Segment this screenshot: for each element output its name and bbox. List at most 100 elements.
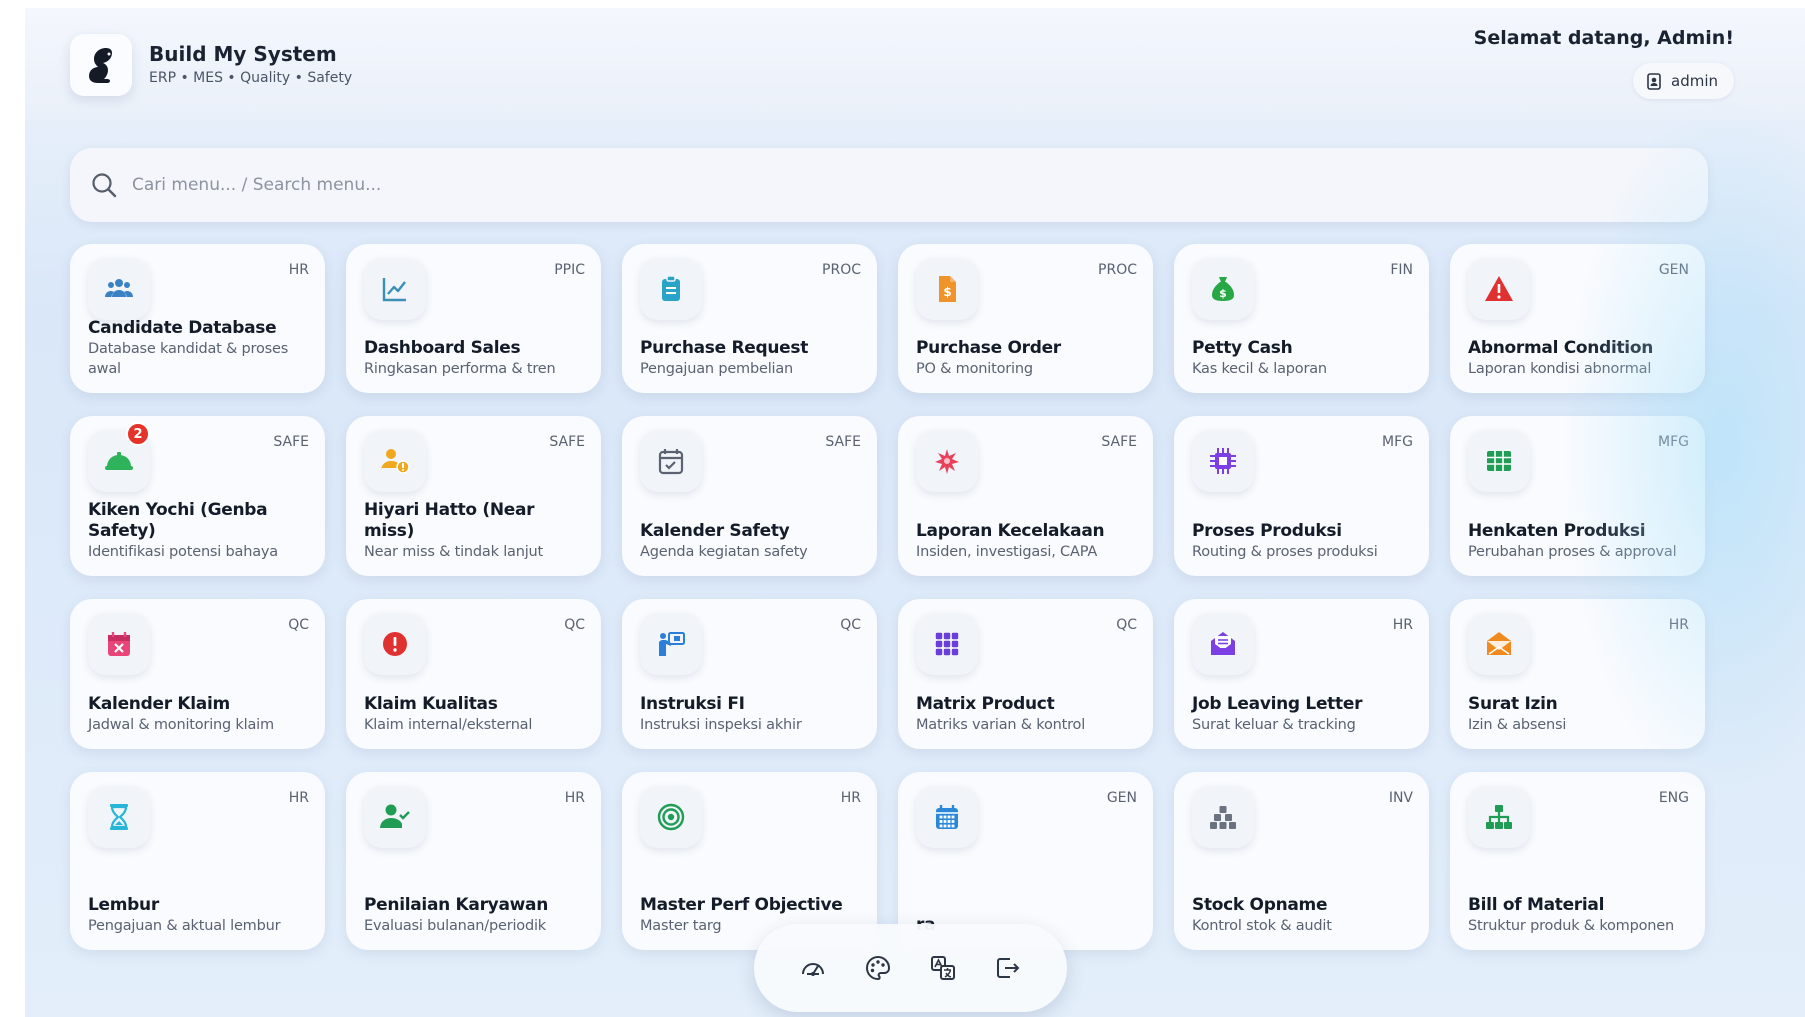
menu-card-bill-of-material[interactable]: ENG Bill of Material Struktur produk & kom… [1450,772,1705,950]
menu-card-kalender-safety[interactable]: SAFE Kalender Safety Agenda kegiatan safet… [622,416,877,576]
card-title: Lembur [88,895,159,915]
menu-card-stock-opname[interactable]: INV Stock Opname Kontrol stok & audit [1174,772,1429,950]
squirrel-logo[interactable] [70,34,132,96]
card-description: Ringkasan performa & tren [364,361,556,377]
card-description: Kontrol stok & audit [1192,918,1332,934]
invoice-icon: $ [916,258,978,320]
card-description: Struktur produk & komponen [1468,918,1674,934]
menu-card-purchase-order[interactable]: PROC $ Purchase Order PO & monitoring [898,244,1153,393]
module-tag: INV [1388,790,1413,806]
module-tag: QC [840,617,861,633]
module-tag: HR [288,790,309,806]
alert-circle-icon [364,613,426,675]
card-description: Matriks varian & kontrol [916,717,1086,733]
welcome-text: Selamat datang, Admin! [1473,27,1734,49]
envelope-open-icon [1192,613,1254,675]
card-description: Insiden, investigasi, CAPA [916,544,1098,560]
logout-icon[interactable] [987,947,1029,989]
module-tag: SAFE [1101,434,1137,450]
search-icon [90,171,118,199]
menu-card-klaim-kualitas[interactable]: QC Klaim Kualitas Klaim internal/eksternal [346,599,601,749]
search-input[interactable] [132,175,1632,195]
boxes-icon [1192,786,1254,848]
user-menu[interactable]: admin [1633,63,1734,99]
card-title: Purchase Request [640,338,809,358]
module-tag: HR [840,790,861,806]
menu-grid: HR Candidate Database Database kandidat & … [70,244,1705,950]
card-title: Job Leaving Letter [1192,694,1363,714]
user-badge-icon [1647,72,1661,90]
sitemap-icon [1468,786,1530,848]
menu-card-kalender-klaim[interactable]: QC Kalender Klaim Jadwal & monitoring klai… [70,599,325,749]
menu-card-laporan-kecelakaan[interactable]: SAFE Laporan Kecelakaan Insiden, investiga… [898,416,1153,576]
menu-card-matrix-product[interactable]: QC Matrix Product Matriks varian & kontrol [898,599,1153,749]
menu-card-henkaten-produksi[interactable]: MFG Henkaten Produksi Perubahan proses & a… [1450,416,1705,576]
card-title: Dashboard Sales [364,338,521,358]
card-title: Petty Cash [1192,338,1293,358]
hourglass-icon [88,786,150,848]
module-tag: QC [1116,617,1137,633]
card-title: Hiyari Hatto (Near miss) [364,500,535,541]
card-description: Pengajuan pembelian [640,361,794,377]
card-title: Matrix Product [916,694,1055,714]
dashboard-gauge-icon[interactable] [792,947,834,989]
calendar-check-icon [640,430,702,492]
card-title: Proses Produksi [1192,521,1342,541]
card-description: Surat keluar & tracking [1192,717,1356,733]
app-subtitle: ERP • MES • Quality • Safety [149,70,353,86]
clipboard-icon [640,258,702,320]
card-description: Instruksi inspeksi akhir [640,717,802,733]
module-tag: GEN [1658,262,1689,278]
menu-card-kiken-yochi-genba-safety[interactable]: SAFE 2 Kiken Yochi (Genba Safety) Identifik… [70,416,325,576]
line-chart-icon [364,258,426,320]
menu-card-job-leaving-letter[interactable]: HR Job Leaving Letter Surat keluar & track… [1174,599,1429,749]
module-tag: SAFE [825,434,861,450]
module-tag: FIN [1390,262,1413,278]
card-description: Izin & absensi [1468,717,1567,733]
translate-icon[interactable] [922,947,964,989]
module-tag: HR [1668,617,1689,633]
menu-card-candidate-database[interactable]: HR Candidate Database Database kandidat & … [70,244,325,393]
menu-card-petty-cash[interactable]: FIN $ Petty Cash Kas kecil & laporan [1174,244,1429,393]
menu-card-instruksi-fi[interactable]: QC Instruksi FI Instruksi inspeksi akhir [622,599,877,749]
calendar-x-icon [88,613,150,675]
envelope-icon [1468,613,1530,675]
card-title: Bill of Material [1468,895,1605,915]
app-window: Build My System ERP • MES • Quality • Sa… [25,8,1805,1017]
user-alert-icon [364,430,426,492]
module-tag: QC [288,617,309,633]
module-tag: GEN [1106,790,1137,806]
grid-dots-icon [916,613,978,675]
card-description: Klaim internal/eksternal [364,717,533,733]
card-description: Pengajuan & aktual lembur [88,918,281,934]
calendar-icon [916,786,978,848]
top-header: Build My System ERP • MES • Quality • Sa… [25,8,1805,120]
card-title: Surat Izin [1468,694,1558,714]
card-title: Candidate Database [88,318,277,338]
menu-card-purchase-request[interactable]: PROC Purchase Request Pengajuan pembelian [622,244,877,393]
menu-card-dashboard-sales[interactable]: PPIC Dashboard Sales Ringkasan performa & … [346,244,601,393]
palette-icon[interactable] [857,947,899,989]
menu-card-abnormal-condition[interactable]: GEN Abnormal Condition Laporan kondisi abn… [1450,244,1705,393]
card-description: Identifikasi potensi bahaya [88,544,278,560]
card-description: Laporan kondisi abnormal [1468,361,1652,377]
module-tag: ENG [1658,790,1689,806]
card-description: Perubahan proses & approval [1468,544,1677,560]
bottom-dock [754,924,1067,1012]
users-icon [88,258,150,320]
notification-badge: 2 [126,422,150,446]
menu-card-penilaian-karyawan[interactable]: HR Penilaian Karyawan Evaluasi bulanan/per… [346,772,601,950]
card-title: Kiken Yochi (Genba Safety) [88,500,268,541]
accident-icon [916,430,978,492]
menu-card-proses-produksi[interactable]: MFG Proses Produksi Routing & proses produ… [1174,416,1429,576]
card-description: Jadwal & monitoring klaim [88,717,274,733]
module-tag: HR [288,262,309,278]
menu-card-surat-izin[interactable]: HR Surat Izin Izin & absensi [1450,599,1705,749]
module-tag: MFG [1382,434,1413,450]
presenter-icon [640,613,702,675]
module-tag: SAFE [549,434,585,450]
card-description: Kas kecil & laporan [1192,361,1327,377]
menu-card-hiyari-hatto-near-miss[interactable]: SAFE Hiyari Hatto (Near miss) Near miss & … [346,416,601,576]
menu-card-lembur[interactable]: HR Lembur Pengajuan & aktual lembur [70,772,325,950]
search-bar [70,148,1708,222]
